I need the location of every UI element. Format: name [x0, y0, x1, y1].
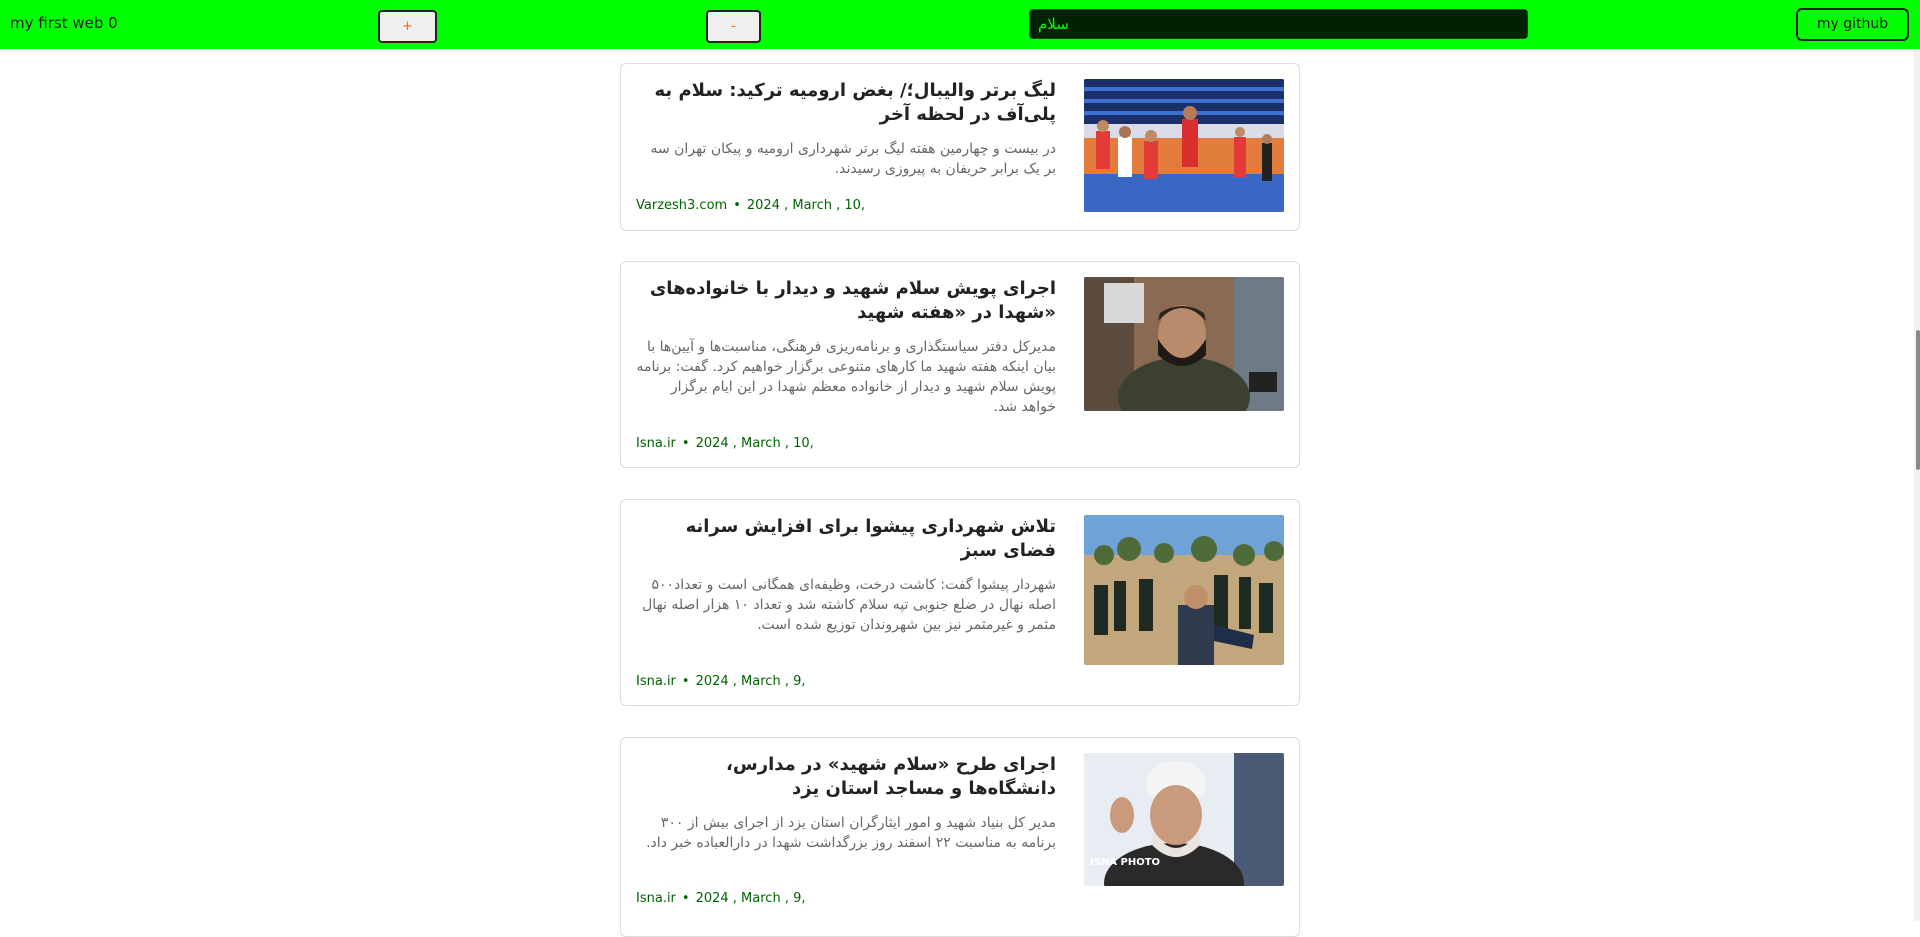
github-button[interactable]: my github: [1796, 8, 1909, 41]
news-date: 2024 , March , 9,: [695, 891, 806, 906]
news-card[interactable]: تلاش شهرداری پیشوا برای افزایش سرانه فضا…: [620, 499, 1300, 706]
news-description: شهردار پیشوا گفت: کاشت درخت، وظیفه‌ای هم…: [642, 577, 1056, 633]
news-card[interactable]: لیگ برتر والیبال؛/ بغض ارومیه ترکید: سلا…: [620, 63, 1300, 231]
news-card-content: لیگ برتر والیبال؛/ بغض ارومیه ترکید: سلا…: [636, 79, 1056, 179]
news-description: در بیست و چهارمین هفته لیگ برتر شهرداری …: [650, 141, 1056, 177]
news-image-official[interactable]: [1084, 277, 1284, 411]
news-meta: Isna.ir • 2024 , March , 10,: [636, 436, 814, 451]
increment-button[interactable]: +: [378, 10, 437, 43]
news-title[interactable]: اجرای پویش سلام شهید و دیدار با خانواده‌…: [636, 277, 1056, 325]
news-image-cleric[interactable]: ISNA PHOTO: [1084, 753, 1284, 886]
news-source: Isna.ir: [636, 436, 676, 451]
news-source: Varzesh3.com: [636, 198, 728, 213]
search-input[interactable]: سلام: [1029, 9, 1528, 39]
brand-title: my first web 0: [10, 14, 118, 32]
news-description: مدیر کل بنیاد شهید و امور ایثارگران استا…: [646, 815, 1056, 851]
news-date: 2024 , March , 9,: [695, 674, 806, 689]
news-card-content: اجرای طرح «سلام شهید» در مدارس، دانشگاه‌…: [636, 753, 1056, 853]
news-description: مدیرکل دفتر سیاستگذاری و برنامه‌ریزی فره…: [636, 339, 1056, 415]
news-meta: Varzesh3.com • 2024 , March , 10,: [636, 198, 866, 213]
news-source: Isna.ir: [636, 674, 676, 689]
scrollbar-track[interactable]: [1914, 49, 1920, 921]
news-date: 2024 , March , 10,: [746, 198, 866, 213]
image-watermark: ISNA PHOTO: [1090, 857, 1160, 868]
decrement-button[interactable]: -: [706, 10, 761, 43]
news-title[interactable]: تلاش شهرداری پیشوا برای افزایش سرانه فضا…: [636, 515, 1056, 563]
news-card-content: اجرای پویش سلام شهید و دیدار با خانواده‌…: [636, 277, 1056, 417]
news-image-volleyball[interactable]: [1084, 79, 1284, 212]
scrollbar-thumb[interactable]: [1916, 330, 1920, 470]
news-meta: Isna.ir • 2024 , March , 9,: [636, 674, 806, 689]
news-meta: Isna.ir • 2024 , March , 9,: [636, 891, 806, 906]
top-navbar: my first web 0 + - سلام my github: [0, 0, 1920, 49]
news-card[interactable]: اجرای پویش سلام شهید و دیدار با خانواده‌…: [620, 261, 1300, 468]
news-title[interactable]: لیگ برتر والیبال؛/ بغض ارومیه ترکید: سلا…: [636, 79, 1056, 127]
news-card-content: تلاش شهرداری پیشوا برای افزایش سرانه فضا…: [636, 515, 1056, 635]
news-source: Isna.ir: [636, 891, 676, 906]
news-date: 2024 , March , 10,: [695, 436, 814, 451]
news-title[interactable]: اجرای طرح «سلام شهید» در مدارس، دانشگاه‌…: [636, 753, 1056, 801]
news-image-tree-planting[interactable]: [1084, 515, 1284, 665]
news-card[interactable]: اجرای طرح «سلام شهید» در مدارس، دانشگاه‌…: [620, 737, 1300, 937]
